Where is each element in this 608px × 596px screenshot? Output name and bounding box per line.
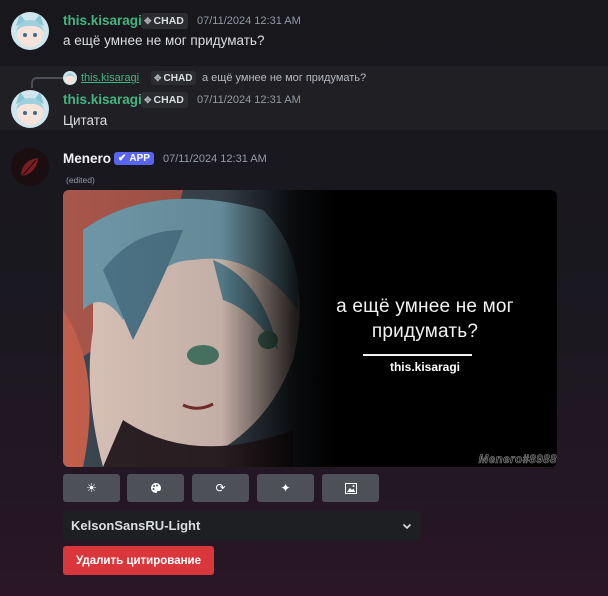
timestamp: 07/11/2024 12:31 AM xyxy=(163,153,267,165)
user-avatar[interactable] xyxy=(11,12,49,50)
checkmark-icon: ✔ xyxy=(118,153,127,164)
edited-label: (edited) xyxy=(66,175,95,185)
refresh-icon: ⟳ xyxy=(215,481,226,495)
delete-quote-button[interactable]: Удалить цитирование xyxy=(63,546,214,575)
timestamp: 07/11/2024 12:31 AM xyxy=(197,15,301,27)
font-select[interactable]: KelsonSansRU-Light xyxy=(63,511,421,540)
palette-icon xyxy=(150,483,161,493)
guild-tag[interactable]: ✥ CHAD xyxy=(141,13,188,29)
image-button[interactable] xyxy=(322,474,379,502)
quote-divider xyxy=(363,354,472,356)
palette-button[interactable] xyxy=(127,474,184,502)
username[interactable]: this.kisaragi xyxy=(63,13,142,28)
user-avatar[interactable] xyxy=(11,90,49,128)
timestamp: 07/11/2024 12:31 AM xyxy=(197,94,301,106)
message-content: Цитата xyxy=(63,113,108,128)
reply-preview[interactable]: а ещё умнее не мог придумать? xyxy=(202,72,366,84)
brightness-icon: ☀ xyxy=(86,481,97,495)
brightness-button[interactable]: ☀ xyxy=(63,474,120,502)
guild-tag[interactable]: ✥ CHAD xyxy=(141,92,188,108)
image-icon xyxy=(344,482,357,494)
tag-label: CHAD xyxy=(153,15,184,27)
quote-text: а ещё умнее не мог придумать? xyxy=(336,296,514,342)
app-badge: ✔ APP xyxy=(114,152,154,165)
quote-image[interactable]: а ещё умнее не мог придумать? this.kisar… xyxy=(63,190,557,467)
reply-connector xyxy=(31,77,63,88)
app-badge-label: APP xyxy=(129,153,150,164)
diamond-cross-icon: ✥ xyxy=(144,94,152,105)
refresh-button[interactable]: ⟳ xyxy=(192,474,249,502)
message-1: this.kisaragi ✥ CHAD 07/11/2024 12:31 AM… xyxy=(0,0,608,66)
diamond-cross-icon: ✥ xyxy=(154,72,162,83)
sparkles-button[interactable]: ✦ xyxy=(257,474,314,502)
app-name[interactable]: Menero xyxy=(63,151,111,166)
watermark: Menero#8988 xyxy=(478,454,557,467)
username[interactable]: this.kisaragi xyxy=(63,92,142,107)
app-avatar[interactable] xyxy=(11,148,49,186)
tag-label: CHAD xyxy=(153,94,184,106)
sparkles-icon: ✦ xyxy=(280,481,291,495)
reply-username[interactable]: this.kisaragi xyxy=(81,72,139,84)
chevron-down-icon xyxy=(402,523,412,529)
message-content: а ещё умнее не мог придумать? xyxy=(63,33,265,48)
reply-avatar[interactable] xyxy=(63,71,77,85)
diamond-cross-icon: ✥ xyxy=(144,15,152,26)
quote-author: this.kisaragi xyxy=(389,360,461,374)
tag-label: CHAD xyxy=(163,72,193,84)
reply-guild-tag[interactable]: ✥ CHAD xyxy=(151,71,197,85)
font-select-value: KelsonSansRU-Light xyxy=(71,518,201,533)
